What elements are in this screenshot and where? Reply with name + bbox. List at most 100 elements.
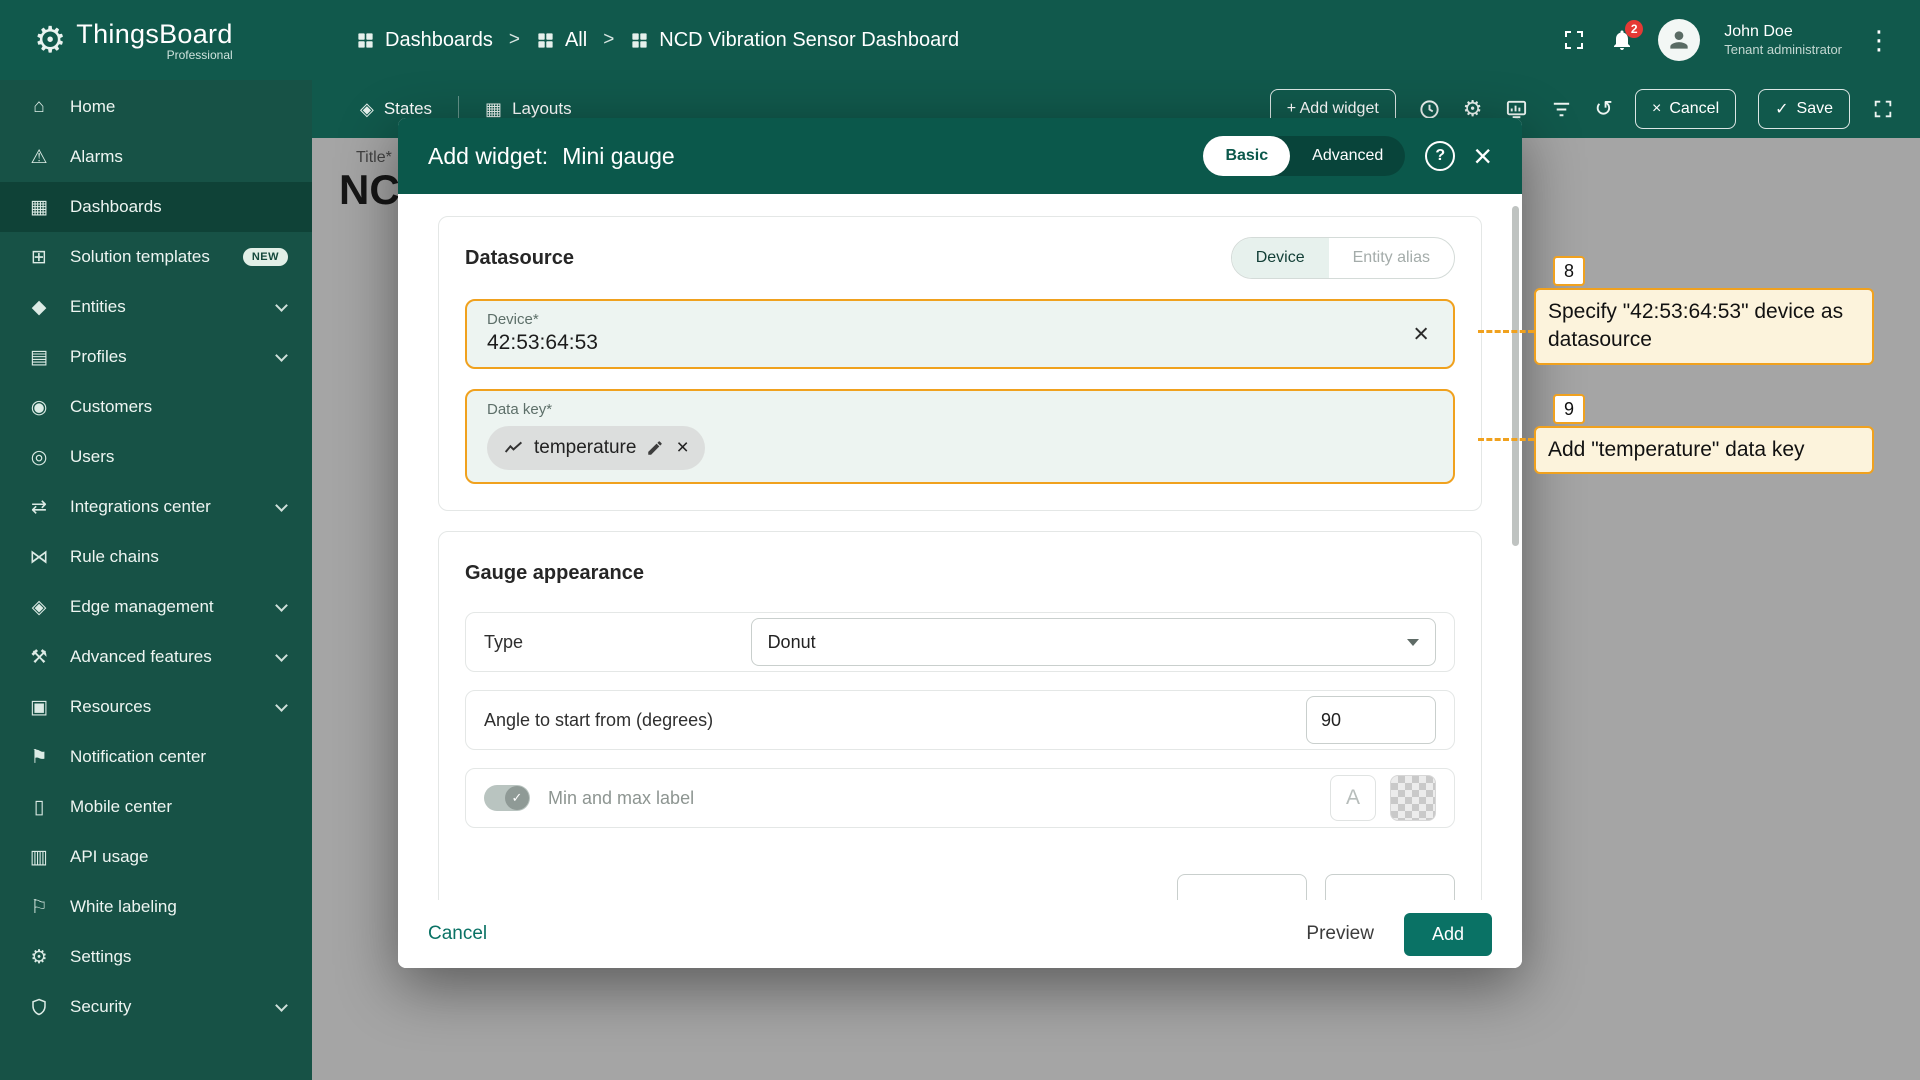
chevron-down-icon: [275, 598, 288, 612]
remove-data-key-icon[interactable]: ×: [676, 436, 688, 460]
device-field-value[interactable]: 42:53:64:53: [487, 331, 1433, 355]
integrations-icon: ⇄: [31, 496, 47, 518]
annotation-9-connector: [1478, 438, 1534, 441]
sidebar-item-users[interactable]: ◎ Users: [0, 432, 312, 482]
max-value-input[interactable]: [1325, 874, 1455, 900]
cancel-edit-button[interactable]: × Cancel: [1634, 89, 1737, 129]
resources-icon: ▣: [30, 696, 48, 718]
dashboard-grid-icon: [632, 32, 647, 48]
breadcrumb-separator: >: [508, 29, 520, 50]
min-max-label-toggle[interactable]: ✓: [484, 785, 530, 811]
sidebar-item-profiles[interactable]: ▤ Profiles: [0, 332, 312, 382]
chevron-down-icon: [1407, 638, 1419, 646]
dialog-scrollbar[interactable]: [1512, 206, 1519, 546]
save-dashboard-button[interactable]: ✓ Save: [1758, 89, 1850, 129]
sidebar-item-api-usage[interactable]: ▥ API usage: [0, 832, 312, 882]
sidebar-item-dashboards[interactable]: ▦ Dashboards: [0, 182, 312, 232]
sidebar-item-mobile-center[interactable]: ▯ Mobile center: [0, 782, 312, 832]
tab-basic[interactable]: Basic: [1203, 136, 1291, 176]
sidebar-item-resources[interactable]: ▣ Resources: [0, 682, 312, 732]
sidebar-item-customers[interactable]: ◉ Customers: [0, 382, 312, 432]
templates-icon: ⊞: [31, 246, 47, 268]
api-icon: ▥: [30, 846, 48, 868]
rule-chains-icon: ⋈: [29, 546, 49, 568]
tab-advanced[interactable]: Advanced: [1290, 136, 1405, 176]
min-value-input[interactable]: [1177, 874, 1307, 900]
min-max-label-text: Min and max label: [548, 787, 695, 808]
sidebar-item-white-labeling[interactable]: ⚐ White labeling: [0, 882, 312, 932]
sidebar-item-home[interactable]: ⌂ Home: [0, 82, 312, 132]
breadcrumb-dashboards[interactable]: Dashboards: [356, 29, 493, 52]
notifications-bell-icon[interactable]: 2: [1610, 20, 1644, 52]
states-button[interactable]: ◈ States: [360, 99, 432, 120]
states-icon: ◈: [360, 98, 374, 119]
check-icon: ✓: [1775, 101, 1789, 118]
color-picker-button[interactable]: [1390, 775, 1436, 821]
advanced-icon: ⚒: [30, 646, 48, 668]
toolbar-fullscreen-icon[interactable]: [1872, 98, 1894, 120]
start-angle-row: Angle to start from (degrees) 90: [465, 690, 1455, 750]
clear-device-icon[interactable]: ×: [1413, 320, 1429, 348]
add-button[interactable]: Add: [1403, 912, 1492, 956]
sidebar-item-settings[interactable]: ⚙ Settings: [0, 932, 312, 982]
min-max-values-row: [465, 868, 1455, 900]
security-icon: [26, 998, 52, 1016]
fullscreen-icon[interactable]: [1562, 28, 1586, 52]
device-field-label: Device*: [487, 311, 539, 328]
device-field[interactable]: Device* 42:53:64:53 ×: [465, 299, 1455, 369]
chevron-down-icon: [275, 998, 288, 1012]
user-role: Tenant administrator: [1724, 41, 1842, 57]
sidebar-item-integrations-center[interactable]: ⇄ Integrations center: [0, 482, 312, 532]
sidebar-item-edge-management[interactable]: ◈ Edge management: [0, 582, 312, 632]
start-angle-label: Angle to start from (degrees): [484, 709, 714, 730]
layouts-icon: ▦: [485, 98, 503, 119]
font-settings-button[interactable]: A: [1330, 775, 1376, 821]
gauge-type-label: Type: [484, 631, 524, 652]
mobile-icon: ▯: [33, 796, 45, 818]
brand-subtitle: Professional: [166, 47, 233, 62]
filters-icon[interactable]: [1550, 98, 1573, 121]
breadcrumb: Dashboards > All > NCD Vibration Sensor …: [356, 29, 959, 52]
profiles-icon: ▤: [30, 346, 48, 368]
dialog-footer: Cancel Preview Add: [398, 900, 1522, 968]
datasource-type-entity-alias[interactable]: Entity alias: [1329, 238, 1454, 278]
edit-pencil-icon[interactable]: [646, 439, 664, 457]
sidebar-item-security[interactable]: Security: [0, 982, 312, 1032]
layouts-button[interactable]: ▦ Layouts: [485, 99, 572, 120]
data-key-field[interactable]: Data key* temperature ×: [465, 389, 1455, 484]
help-icon[interactable]: ?: [1425, 141, 1456, 171]
sidebar: ⌂ Home ⚠ Alarms ▦ Dashboards ⊞ Solution …: [0, 80, 312, 1080]
version-history-icon[interactable]: ↺: [1595, 96, 1613, 122]
app-logo[interactable]: ⚙ ThingsBoard Professional: [0, 19, 312, 62]
new-badge: NEW: [242, 248, 288, 266]
gauge-appearance-card: Gauge appearance Type Donut Angle to sta…: [438, 531, 1482, 900]
preview-button[interactable]: Preview: [1306, 923, 1374, 945]
start-angle-input[interactable]: 90: [1306, 696, 1436, 744]
logo-gear-icon: ⚙: [34, 19, 67, 60]
temperature-data-key-chip[interactable]: temperature ×: [487, 426, 705, 470]
avatar[interactable]: [1658, 19, 1701, 61]
dashboards-icon: ▦: [30, 196, 48, 218]
user-name: John Doe: [1724, 22, 1793, 40]
sidebar-item-notification-center[interactable]: ⚑ Notification center: [0, 732, 312, 782]
timeseries-chart-icon: [504, 441, 523, 453]
appearance-section-title: Gauge appearance: [465, 561, 644, 584]
sidebar-item-advanced-features[interactable]: ⚒ Advanced features: [0, 632, 312, 682]
more-menu-icon[interactable]: ⋮: [1866, 25, 1892, 56]
top-header: ⚙ ThingsBoard Professional Dashboards > …: [0, 0, 1920, 80]
dialog-cancel-button[interactable]: Cancel: [428, 923, 487, 945]
sidebar-item-rule-chains[interactable]: ⋈ Rule chains: [0, 532, 312, 582]
breadcrumb-all[interactable]: All: [536, 29, 587, 52]
breadcrumb-current-dashboard[interactable]: NCD Vibration Sensor Dashboard: [630, 29, 959, 52]
sidebar-item-entities[interactable]: ◆ Entities: [0, 282, 312, 332]
white-label-icon: ⚐: [30, 896, 48, 918]
brand-name: ThingsBoard: [76, 18, 233, 49]
notification-icon: ⚑: [30, 746, 48, 768]
dialog-title: Add widget: Mini gauge: [428, 142, 675, 169]
datasource-type-device[interactable]: Device: [1231, 238, 1329, 278]
gauge-type-select[interactable]: Donut: [750, 618, 1436, 666]
sidebar-item-solution-templates[interactable]: ⊞ Solution templates NEW: [0, 232, 312, 282]
annotation-9-badge: 9: [1553, 394, 1585, 424]
sidebar-item-alarms[interactable]: ⚠ Alarms: [0, 132, 312, 182]
close-dialog-icon[interactable]: ×: [1473, 140, 1492, 172]
